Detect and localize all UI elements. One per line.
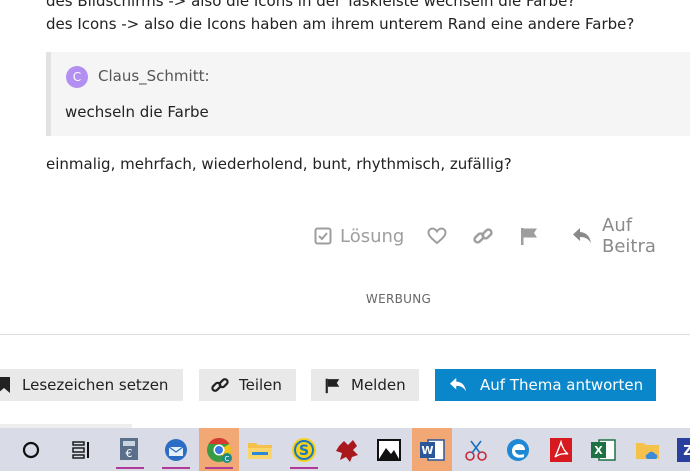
flag-post-button[interactable] xyxy=(519,222,539,250)
svg-text:X: X xyxy=(594,444,603,457)
taskbar-blue-app[interactable]: Z xyxy=(668,428,690,471)
cortana-search-button[interactable] xyxy=(11,428,51,471)
running-indicator xyxy=(162,467,190,469)
taskbar-acrobat[interactable] xyxy=(541,428,581,471)
taskbar: € C S W X Z xyxy=(0,428,690,471)
quote-avatar[interactable]: C xyxy=(66,66,88,88)
running-indicator xyxy=(116,467,144,469)
reply-icon xyxy=(572,227,592,245)
edge-icon xyxy=(505,437,531,463)
folder-cloud-icon xyxy=(635,438,661,462)
svg-text:W: W xyxy=(421,444,433,457)
taskbar-s-app[interactable]: S xyxy=(284,428,324,471)
pdf-icon xyxy=(549,437,573,463)
quote-block: C Claus_Schmitt: wechseln die Farbe xyxy=(46,52,690,136)
bookmark-button[interactable]: Lesezeichen setzen xyxy=(0,369,183,401)
flag-topic-label: Melden xyxy=(351,376,406,394)
photo-icon xyxy=(376,438,402,462)
folder-icon xyxy=(247,439,273,461)
scissors-icon xyxy=(463,437,489,463)
svg-text:S: S xyxy=(299,443,309,459)
share-label: Teilen xyxy=(239,376,282,394)
taskbar-photo-app[interactable] xyxy=(369,428,409,471)
blue-app-icon: Z xyxy=(676,437,690,463)
red-figure-icon xyxy=(333,436,361,464)
taskbar-file-explorer[interactable] xyxy=(240,428,280,471)
word-icon: W xyxy=(419,438,445,462)
ad-label: WERBUNG xyxy=(365,292,432,306)
reply-to-post-button[interactable]: Auf Beitra xyxy=(572,215,690,257)
share-button[interactable]: Teilen xyxy=(199,369,296,401)
reply-to-post-label: Auf Beitra xyxy=(602,215,656,257)
link-icon xyxy=(211,376,229,394)
chrome-icon: C xyxy=(205,436,233,464)
flag-topic-button[interactable]: Melden xyxy=(311,369,419,401)
post-text-line-2: des Icons -> also die Icons haben am ihr… xyxy=(46,15,635,33)
taskbar-chrome[interactable]: C xyxy=(199,428,239,471)
link-icon xyxy=(473,226,493,246)
reply-to-topic-button[interactable]: Auf Thema antworten xyxy=(435,369,656,401)
quote-text: wechseln die Farbe xyxy=(65,103,209,121)
solution-button[interactable]: Lösung xyxy=(314,222,404,250)
heart-icon xyxy=(427,227,447,245)
svg-text:C: C xyxy=(225,455,230,463)
task-view-icon xyxy=(72,440,92,459)
flag-icon xyxy=(519,226,539,246)
excel-icon: X xyxy=(590,438,616,462)
reply-icon xyxy=(449,377,467,393)
taskbar-thunderbird[interactable] xyxy=(156,428,196,471)
calculator-icon: € xyxy=(118,437,142,463)
bookmark-label: Lesezeichen setzen xyxy=(22,376,169,394)
taskbar-red-app[interactable] xyxy=(327,428,367,471)
running-indicator xyxy=(205,467,233,469)
like-button[interactable] xyxy=(427,222,447,250)
svg-text:€: € xyxy=(126,447,133,460)
bookmark-icon xyxy=(0,377,12,393)
taskbar-snipping-tool[interactable] xyxy=(456,428,496,471)
svg-text:Z: Z xyxy=(683,444,690,459)
thunderbird-icon xyxy=(163,437,189,463)
post-text-line-1: des Bildschirms -> also die Icons in der… xyxy=(46,0,576,10)
circle-icon xyxy=(22,441,40,459)
divider xyxy=(0,334,690,335)
copy-link-button[interactable] xyxy=(473,222,493,250)
taskbar-excel[interactable]: X xyxy=(583,428,623,471)
running-indicator xyxy=(290,467,318,469)
reply-to-topic-label: Auf Thema antworten xyxy=(480,376,644,394)
quote-author[interactable]: Claus_Schmitt: xyxy=(98,67,210,85)
s-app-icon: S xyxy=(290,436,318,464)
checkbox-icon xyxy=(314,227,332,245)
task-view-button[interactable] xyxy=(62,428,102,471)
solution-label: Lösung xyxy=(340,225,405,247)
taskbar-calculator[interactable]: € xyxy=(110,428,150,471)
taskbar-word[interactable]: W xyxy=(412,428,452,471)
flag-icon xyxy=(324,377,341,394)
taskbar-folder-cloud[interactable] xyxy=(628,428,668,471)
post-text-line-3: einmalig, mehrfach, wiederholend, bunt, … xyxy=(46,155,512,173)
taskbar-edge[interactable] xyxy=(498,428,538,471)
